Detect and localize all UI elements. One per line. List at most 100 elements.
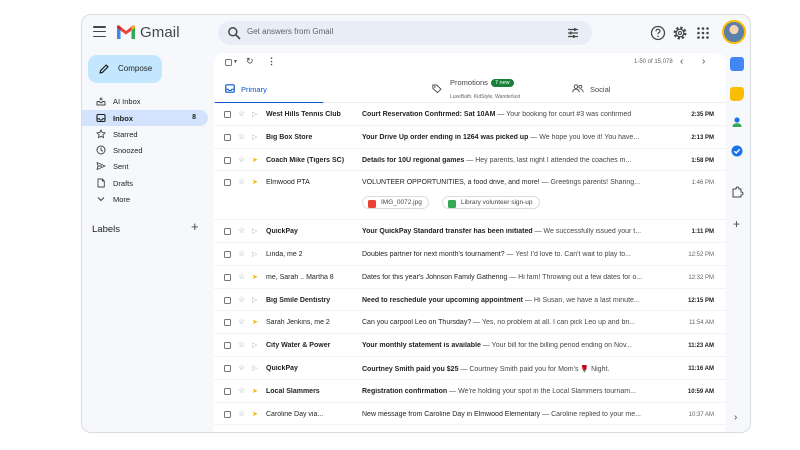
email-subject: New message from Caroline Day in Elmwood… <box>362 410 541 418</box>
row-checkbox[interactable] <box>224 387 231 395</box>
collapse-side-panel-icon[interactable]: › <box>734 412 737 423</box>
more-vert-icon[interactable]: ⋮ <box>267 56 276 67</box>
add-on-icon[interactable] <box>730 185 744 199</box>
row-checkbox[interactable] <box>224 111 231 118</box>
search-bar[interactable]: Get answers from Gmail <box>218 21 592 45</box>
row-checkbox[interactable] <box>224 365 231 372</box>
row-checkbox[interactable] <box>224 296 231 304</box>
settings-icon[interactable] <box>671 24 689 42</box>
importance-marker-icon[interactable]: ▷ <box>252 364 257 372</box>
get-add-ons-button[interactable]: + <box>733 217 740 231</box>
gmail-window: Gmail Get answers from Gmail Compose AI … <box>81 14 751 433</box>
calendar-icon[interactable] <box>730 57 744 71</box>
email-sender: QuickPay <box>266 365 298 372</box>
email-subject-line: Dates for this year's Johnson Family Gat… <box>362 274 662 281</box>
importance-marker-icon[interactable]: ➤ <box>252 178 258 186</box>
importance-marker-icon[interactable]: ➤ <box>252 410 258 418</box>
importance-marker-icon[interactable]: ▷ <box>252 296 257 304</box>
star-icon[interactable]: ☆ <box>238 340 245 349</box>
row-checkbox[interactable] <box>224 156 231 164</box>
star-icon[interactable]: ☆ <box>238 409 245 418</box>
star-icon[interactable]: ☆ <box>238 363 245 372</box>
avatar[interactable] <box>722 20 746 44</box>
keep-icon[interactable] <box>730 87 744 101</box>
email-row[interactable]: ☆ ➤ me, Sarah .. Martha 8 Dates for this ye… <box>214 265 726 289</box>
email-row[interactable]: ☆ ➤ Caroline Day via... New message from Ca… <box>214 402 726 426</box>
star-icon[interactable]: ☆ <box>238 132 245 141</box>
tag-icon <box>432 84 442 93</box>
email-row[interactable]: ☆ ➤ Local Slammers Registration confirmatio… <box>214 379 726 403</box>
row-checkbox[interactable] <box>224 273 231 281</box>
sidebar-item-ai-inbox[interactable]: AI Inbox <box>82 93 208 109</box>
menu-icon[interactable] <box>93 26 106 39</box>
sidebar-item-more[interactable]: More <box>82 191 208 207</box>
sidebar-item-starred[interactable]: Starred <box>82 126 208 142</box>
attachment-chip[interactable]: Library volunteer sign-up <box>442 196 540 210</box>
next-page-icon[interactable]: › <box>702 56 705 67</box>
sidebar-item-drafts[interactable]: Drafts <box>82 175 208 191</box>
email-row[interactable]: ☆ ➤ Elmwood PTA VOLUNTEER OPPORTUNITIES, a … <box>214 171 726 221</box>
row-checkbox[interactable] <box>224 342 231 350</box>
tab-primary[interactable]: Primary <box>214 73 364 104</box>
tasks-icon[interactable] <box>730 144 744 158</box>
email-row[interactable]: ☆ ➤ Sarah Jenkins, me 2 Can you carpool Leo… <box>214 311 726 335</box>
row-checkbox[interactable] <box>224 319 231 327</box>
email-row[interactable]: ☆ ▷ QuickPay Your QuickPay Standard transfe… <box>214 220 726 243</box>
email-row[interactable]: ☆ ▷ Big Box Store Your Drive Up order endin… <box>214 125 726 149</box>
importance-marker-icon[interactable]: ➤ <box>252 156 258 164</box>
search-icon[interactable] <box>227 26 241 40</box>
email-row[interactable]: ☆ ▷ QuickPay Courtney Smith paid you $25 — … <box>214 357 726 380</box>
contacts-icon[interactable] <box>730 115 744 129</box>
star-icon[interactable]: ☆ <box>238 155 245 164</box>
ai-inbox-icon <box>96 96 106 106</box>
email-time: 2:35 PM <box>691 112 714 118</box>
row-checkbox[interactable] <box>224 133 231 141</box>
row-checkbox[interactable] <box>224 251 231 258</box>
star-icon[interactable]: ☆ <box>238 317 245 326</box>
tab-promotions[interactable]: Promotions 7 new LuxeBath, KidStyle, Wand… <box>432 73 562 103</box>
tab-social[interactable]: Social <box>569 73 679 103</box>
email-row[interactable]: ☆ ➤ Coach Mike (Tigers SC) Details for 10U … <box>214 148 726 172</box>
email-row[interactable]: ☆ ▷ City Water & Power Your monthly stateme… <box>214 334 726 357</box>
compose-button[interactable]: Compose <box>88 55 162 83</box>
help-icon[interactable] <box>649 24 667 42</box>
email-row[interactable]: ☆ ▷ West Hills Tennis Club Court Reservatio… <box>214 103 726 126</box>
add-label-button[interactable]: + <box>191 219 199 234</box>
star-icon[interactable]: ☆ <box>238 295 245 304</box>
star-icon[interactable]: ☆ <box>238 177 245 186</box>
importance-marker-icon[interactable]: ▷ <box>252 227 257 235</box>
attachment-chip[interactable]: IMG_0072.jpg <box>362 196 429 210</box>
importance-marker-icon[interactable]: ▷ <box>252 250 257 258</box>
star-icon[interactable]: ☆ <box>238 272 245 281</box>
row-checkbox[interactable] <box>224 228 231 236</box>
importance-marker-icon[interactable]: ➤ <box>252 318 258 326</box>
row-checkbox[interactable] <box>224 410 231 418</box>
email-row[interactable]: ☆ ▷ Big Smile Dentistry Need to reschedule … <box>214 288 726 312</box>
importance-marker-icon[interactable]: ➤ <box>252 387 258 395</box>
importance-marker-icon[interactable]: ▷ <box>252 341 257 349</box>
star-icon[interactable]: ☆ <box>238 249 245 258</box>
people-icon <box>572 84 584 93</box>
prev-page-icon[interactable]: ‹ <box>680 56 683 67</box>
search-placeholder[interactable]: Get answers from Gmail <box>247 27 333 36</box>
refresh-icon[interactable]: ↻ <box>246 56 254 67</box>
sidebar-item-label: AI Inbox <box>113 97 141 106</box>
star-icon[interactable]: ☆ <box>238 109 245 118</box>
sidebar-item-sent[interactable]: Sent <box>82 158 208 174</box>
email-subject: Need to reschedule your upcoming appoint… <box>362 296 524 304</box>
email-row[interactable]: ☆ ▷ Linda, me 2 Doubles partner for next mo… <box>214 243 726 266</box>
importance-marker-icon[interactable]: ➤ <box>252 273 258 281</box>
sidebar-item-inbox[interactable]: Inbox 8 <box>82 110 208 126</box>
row-checkbox[interactable] <box>224 179 231 187</box>
star-icon[interactable]: ☆ <box>238 386 245 395</box>
select-all-checkbox[interactable] <box>225 59 232 66</box>
email-sender: West Hills Tennis Club <box>266 111 341 118</box>
apps-icon[interactable] <box>694 24 712 42</box>
importance-marker-icon[interactable]: ▷ <box>252 133 257 141</box>
sidebar-item-snoozed[interactable]: Snoozed <box>82 142 208 158</box>
importance-marker-icon[interactable]: ▷ <box>252 110 257 118</box>
select-menu-chevron-icon[interactable]: ▼ <box>233 59 238 65</box>
tune-icon[interactable] <box>566 26 580 40</box>
email-sender: Linda, me 2 <box>266 251 303 258</box>
star-icon[interactable]: ☆ <box>238 226 245 235</box>
